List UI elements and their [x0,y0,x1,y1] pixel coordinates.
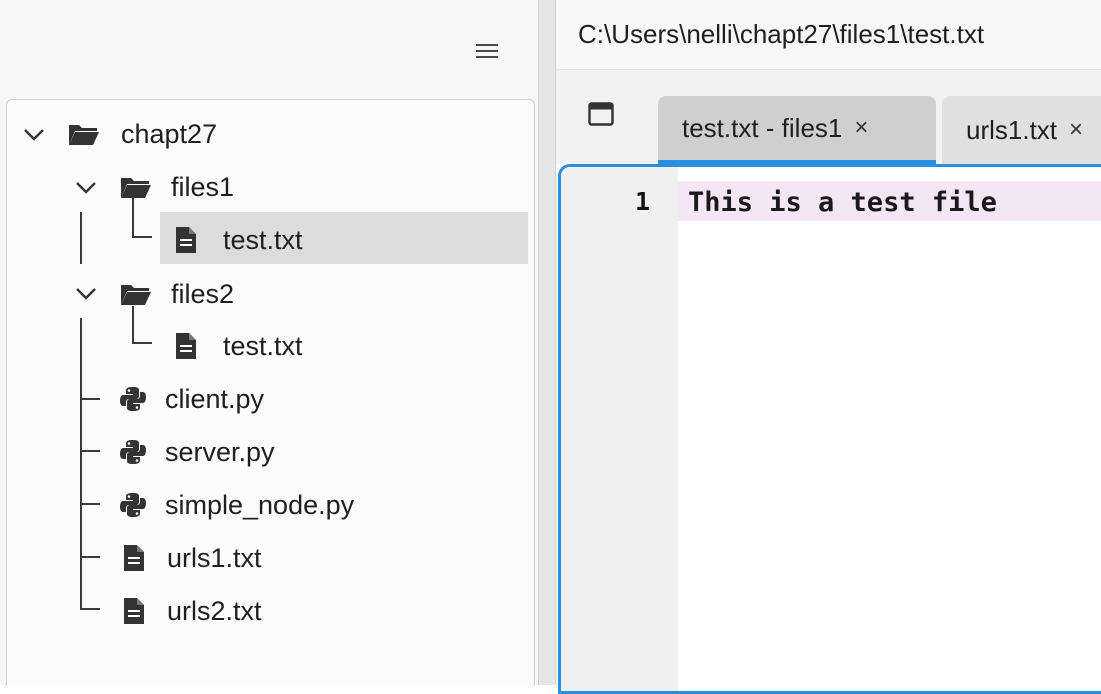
tree-item-server-py[interactable]: server.py [119,428,275,476]
tree-item-label: chapt27 [121,118,218,149]
tree-item-chapt27[interactable]: chapt27 [67,110,217,158]
python-icon [119,491,147,519]
tab-label: test.txt - files1 [682,112,843,143]
chevron-down-icon[interactable] [19,119,49,149]
file-text-icon [175,332,197,360]
file-explorer-panel: chapt27 files1 test.txt files2 test.txt … [0,0,538,686]
tree-item-label: client.py [165,383,265,414]
tree-item-label: files1 [171,171,235,202]
python-icon [119,385,147,413]
folder-open-icon [119,281,153,307]
tree-item-urls2-txt[interactable]: urls2.txt [123,587,262,635]
line-number: 1 [634,187,650,216]
tree-item-label: test.txt [223,224,303,255]
tree-item-files2-test-txt[interactable]: test.txt [175,322,303,370]
tree-line [80,212,82,264]
tree-item-label: urls1.txt [167,542,262,573]
file-text-icon [123,597,145,625]
tree-item-client-py[interactable]: client.py [119,375,264,423]
hamburger-menu-icon[interactable] [470,36,504,66]
tree-line [80,608,100,610]
tab-urls1-txt[interactable]: urls1.txt × [942,96,1101,164]
current-line-highlight: This is a test file [678,181,1101,221]
file-tree: chapt27 files1 test.txt files2 test.txt … [6,99,535,686]
tree-item-label: test.txt [223,330,303,361]
tree-item-urls1-txt[interactable]: urls1.txt [123,534,262,582]
tree-line [80,318,82,610]
tree-line [132,342,152,344]
editor-panel: C:\Users\nelli\chapt27\files1\test.txt t… [556,0,1101,694]
panel-resize-handle[interactable] [538,0,556,685]
toggle-sidebar-icon[interactable] [588,102,614,126]
folder-open-icon [67,121,101,147]
line-number-gutter: 1 [561,167,678,691]
tree-item-label: server.py [165,436,275,467]
tree-item-label: simple_node.py [165,489,355,520]
code-line-text[interactable]: This is a test file [688,187,997,218]
tab-test-txt-files1[interactable]: test.txt - files1 × [658,96,936,164]
tree-item-label: urls2.txt [167,595,262,626]
tree-line [80,503,100,505]
tree-line [132,236,152,238]
tree-line [80,398,100,400]
tree-item-files1[interactable]: files1 [119,163,234,211]
close-tab-icon[interactable]: × [854,114,868,142]
tree-item-files1-test-txt[interactable]: test.txt [175,216,303,264]
file-path-bar: C:\Users\nelli\chapt27\files1\test.txt [556,0,1101,70]
file-text-icon [123,544,145,572]
tab-bar: test.txt - files1 × urls1.txt × [556,70,1101,164]
tree-line [80,450,100,452]
close-tab-icon[interactable]: × [1069,116,1083,144]
chevron-down-icon[interactable] [71,278,101,308]
file-text-icon [175,226,197,254]
tab-label: urls1.txt [966,114,1058,145]
folder-open-icon [119,174,153,200]
tree-line [80,556,100,558]
chevron-down-icon[interactable] [71,172,101,202]
tree-item-label: files2 [171,278,235,309]
tree-item-files2[interactable]: files2 [119,270,234,318]
code-editor[interactable]: 1 This is a test file [558,164,1101,694]
tree-item-simple-node-py[interactable]: simple_node.py [119,481,354,529]
python-icon [119,438,147,466]
